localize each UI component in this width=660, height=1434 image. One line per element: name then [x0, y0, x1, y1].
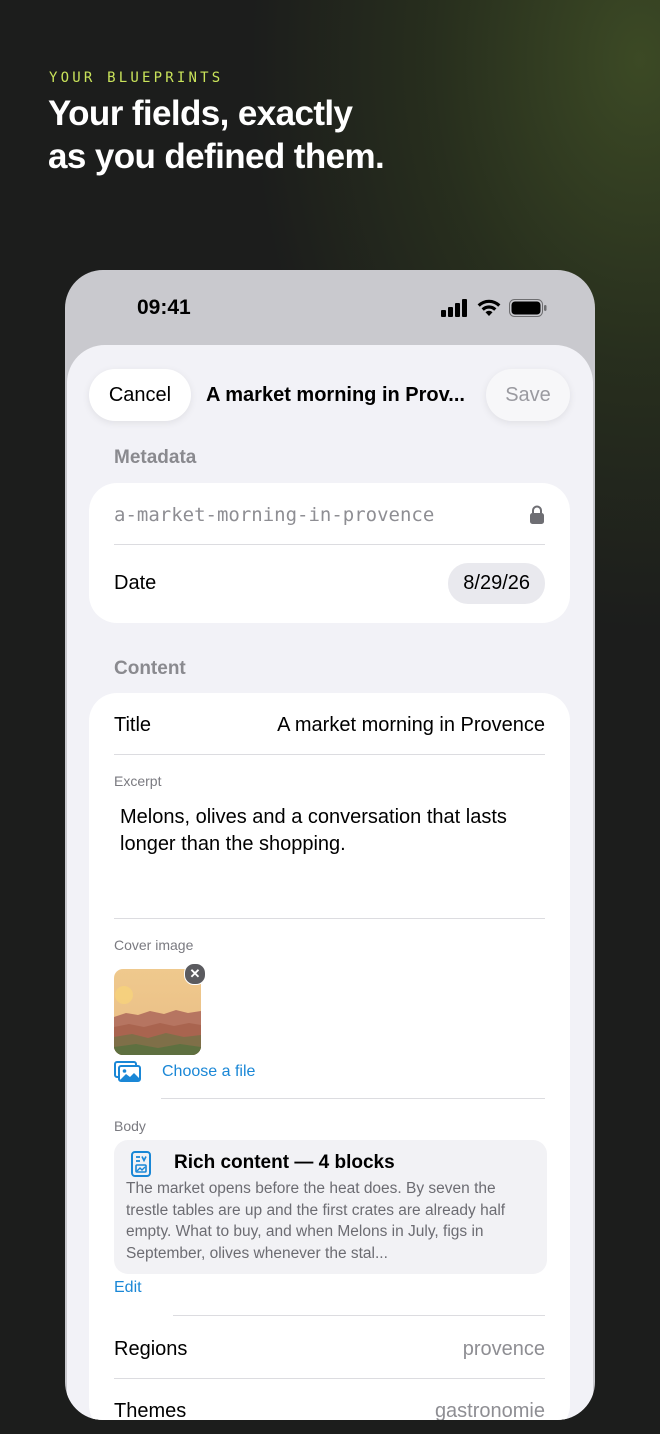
date-label: Date — [114, 571, 157, 594]
slug-row: a-market-morning-in-provence — [114, 501, 545, 529]
divider — [161, 1098, 545, 1099]
themes-value[interactable]: gastronomie — [435, 1400, 545, 1421]
themes-row[interactable]: Themes gastronomie — [114, 1395, 545, 1421]
themes-label: Themes — [114, 1399, 187, 1421]
divider — [114, 918, 545, 919]
nav-bar: Cancel A market morning in Prov... Save — [67, 345, 593, 445]
divider — [114, 544, 545, 545]
wifi-icon — [477, 299, 501, 316]
editor-sheet: Cancel A market morning in Prov... Save … — [67, 345, 593, 1420]
document-icon — [131, 1151, 151, 1177]
date-picker[interactable]: 8/29/26 — [448, 562, 545, 604]
photo-library-icon — [114, 1061, 141, 1082]
regions-value[interactable]: provence — [463, 1338, 545, 1361]
excerpt-textarea[interactable]: Melons, olives and a conversation that l… — [120, 804, 540, 858]
eyebrow-label: YOUR BLUEPRINTS — [49, 70, 224, 86]
body-heading: Rich content — 4 blocks — [174, 1152, 395, 1173]
status-icons — [441, 299, 547, 317]
body-label: Body — [114, 1118, 146, 1134]
remove-image-button[interactable]: ✕ — [184, 963, 206, 985]
nav-title: A market morning in Prov... — [206, 384, 465, 406]
metadata-card: a-market-morning-in-provence Date 8/29/2… — [89, 483, 570, 623]
title-row[interactable]: Title A market morning in Provence — [114, 709, 545, 741]
metadata-section-label: Metadata — [114, 447, 197, 468]
date-row: Date 8/29/26 — [114, 559, 545, 607]
hero-headline: Your fields, exactly as you defined them… — [48, 92, 568, 178]
cancel-button[interactable]: Cancel — [89, 369, 191, 421]
divider — [173, 1315, 545, 1316]
choose-file-link[interactable]: Choose a file — [162, 1063, 255, 1081]
regions-label: Regions — [114, 1337, 188, 1360]
content-card: Title A market morning in Provence Excer… — [89, 693, 570, 1420]
divider — [114, 1378, 545, 1379]
excerpt-label: Excerpt — [114, 773, 162, 789]
regions-row[interactable]: Regions provence — [114, 1333, 545, 1365]
phone-frame: 09:41 Cancel A market morning in Prov...… — [65, 270, 595, 1420]
slug-field: a-market-morning-in-provence — [114, 504, 435, 526]
content-section-label: Content — [114, 658, 186, 679]
title-field[interactable]: A market morning in Provence — [277, 714, 545, 737]
edit-body-link[interactable]: Edit — [114, 1279, 142, 1297]
status-bar: 09:41 — [65, 270, 595, 345]
battery-icon — [509, 299, 547, 317]
headline-line-2: as you defined them. — [48, 137, 385, 176]
title-label: Title — [114, 713, 152, 736]
body-preview-text: The market opens before the heat does. B… — [126, 1180, 506, 1262]
lock-icon — [530, 505, 544, 524]
headline-line-1: Your fields, exactly — [48, 94, 353, 133]
status-time: 09:41 — [137, 296, 191, 319]
choose-file-row[interactable]: Choose a file — [114, 1061, 255, 1083]
cellular-signal-icon — [441, 299, 467, 317]
save-button[interactable]: Save — [486, 369, 570, 421]
cover-image-label: Cover image — [114, 937, 194, 953]
body-preview-card[interactable]: Rich content — 4 blocks The market opens… — [114, 1140, 547, 1274]
divider — [114, 754, 545, 755]
